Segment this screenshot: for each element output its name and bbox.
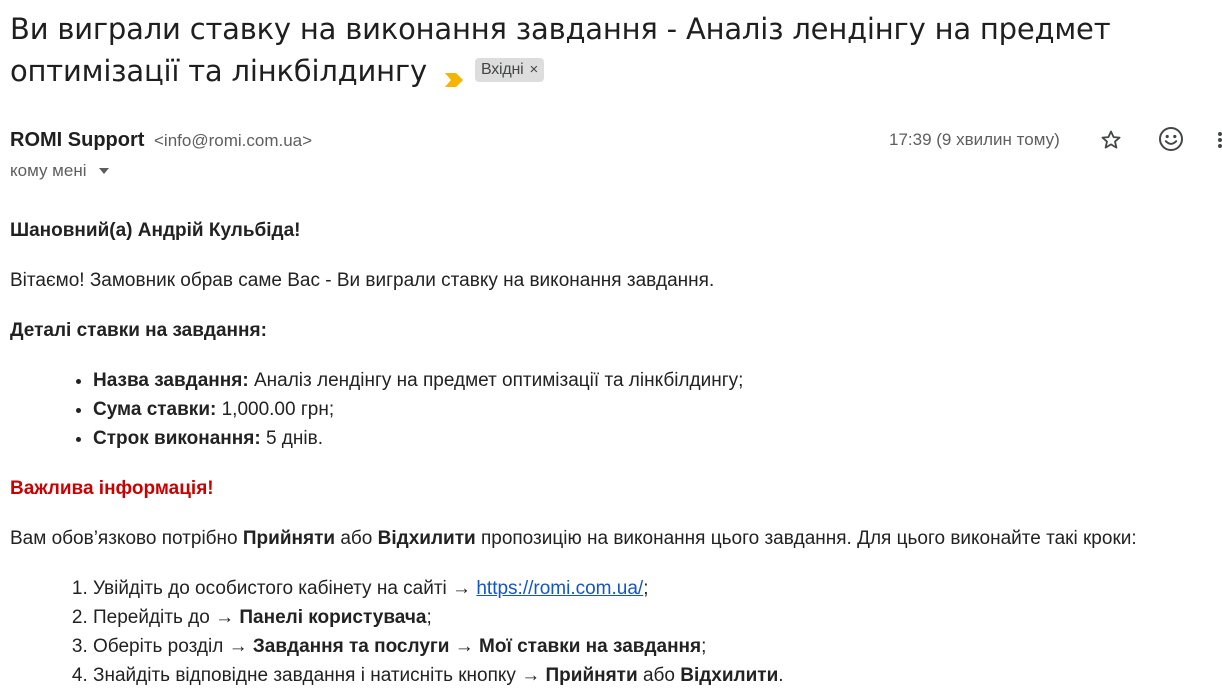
list-item: Оберіть розділ → Завдання та послуги → М…	[93, 632, 1210, 661]
instructions-part: пропозицію на виконання цього завдання. …	[475, 528, 1137, 549]
more-vert-icon	[1218, 132, 1222, 148]
detail-label: Строк виконання:	[93, 428, 261, 449]
instructions-part: Вам обов’язково потрібно	[10, 528, 243, 549]
sender-row: ROMI Support <info@romi.com.ua>	[10, 127, 312, 154]
star-icon	[1101, 130, 1121, 149]
add-reaction-button[interactable]	[1155, 123, 1187, 155]
emoji-reaction-icon	[1159, 127, 1183, 151]
list-item: Сума ставки: 1,000.00 грн;	[93, 395, 1210, 424]
remove-label-button[interactable]: ×	[530, 60, 539, 80]
accept-text: Прийняти	[242, 528, 336, 549]
decline-text: Відхилити	[377, 528, 476, 549]
step-bold: Завдання та послуги → Мої ставки на завд…	[252, 636, 702, 657]
step-text: .	[778, 665, 784, 686]
subject-text: Ви виграли ставку на виконання завдання …	[10, 12, 1111, 88]
email-timestamp: 17:39 (9 хвилин тому)	[889, 130, 1060, 149]
instructions-part: або	[335, 528, 378, 549]
importance-marker-icon[interactable]	[443, 59, 465, 87]
romi-site-link[interactable]: https://romi.com.ua/	[476, 578, 643, 599]
step-text: Знайдіть відповідне завдання і натисніть…	[93, 665, 546, 686]
recipient-details-toggle[interactable]: кому мені	[10, 160, 109, 182]
detail-label: Сума ставки:	[93, 399, 217, 420]
chevron-down-icon	[98, 168, 109, 174]
steps-list: Увійдіть до особистого кабінету на сайті…	[10, 574, 1210, 690]
step-text: Перейдіть до →	[93, 607, 240, 628]
list-item: Знайдіть відповідне завдання і натисніть…	[93, 661, 1210, 690]
list-item: Строк виконання: 5 днів.	[93, 424, 1210, 453]
step-bold: Прийняти	[545, 665, 638, 686]
step-text: ;	[701, 636, 707, 657]
step-bold: Панелі користувача	[239, 607, 427, 628]
step-text: або	[637, 665, 681, 686]
greeting: Шановний(а) Андрій Кульбіда!	[10, 220, 301, 241]
intro-text: Вітаємо! Замовник обрав саме Вас - Ви ви…	[10, 270, 715, 291]
important-notice: Важлива інформація!	[10, 478, 214, 499]
sender-name[interactable]: ROMI Support	[10, 129, 144, 151]
sender-email: <info@romi.com.ua>	[154, 131, 313, 150]
step-text: ;	[643, 578, 649, 599]
inbox-label-chip: Вхідні ×	[474, 58, 545, 82]
step-text: Оберіть розділ →	[93, 636, 253, 657]
email-body: Шановний(а) Андрій Кульбіда! Вітаємо! За…	[10, 216, 1210, 690]
detail-value: 5 днів.	[260, 428, 323, 449]
instructions-text: Вам обов’язково потрібно Прийняти або Ві…	[10, 524, 1210, 553]
list-item: Увійдіть до особистого кабінету на сайті…	[93, 574, 1210, 603]
step-text: ;	[426, 607, 432, 628]
detail-value: 1,000.00 грн;	[216, 399, 335, 420]
recipient-text: кому мені	[10, 161, 87, 180]
inbox-label-text: Вхідні	[480, 61, 524, 78]
detail-label: Назва завдання:	[93, 370, 249, 391]
details-list: Назва завдання: Аналіз лендінгу на предм…	[10, 366, 1210, 453]
email-subject: Ви виграли ставку на виконання завдання …	[10, 8, 1200, 92]
step-text: Увійдіть до особистого кабінету на сайті…	[93, 578, 477, 599]
step-bold: Відхилити	[680, 665, 779, 686]
details-title: Деталі ставки на завдання:	[10, 320, 267, 341]
list-item: Назва завдання: Аналіз лендінгу на предм…	[93, 366, 1210, 395]
detail-value: Аналіз лендінгу на предмет оптимізації т…	[248, 370, 744, 391]
star-button[interactable]	[1095, 124, 1127, 156]
more-options-button[interactable]	[1210, 124, 1222, 156]
list-item: Перейдіть до → Панелі користувача;	[93, 603, 1210, 632]
